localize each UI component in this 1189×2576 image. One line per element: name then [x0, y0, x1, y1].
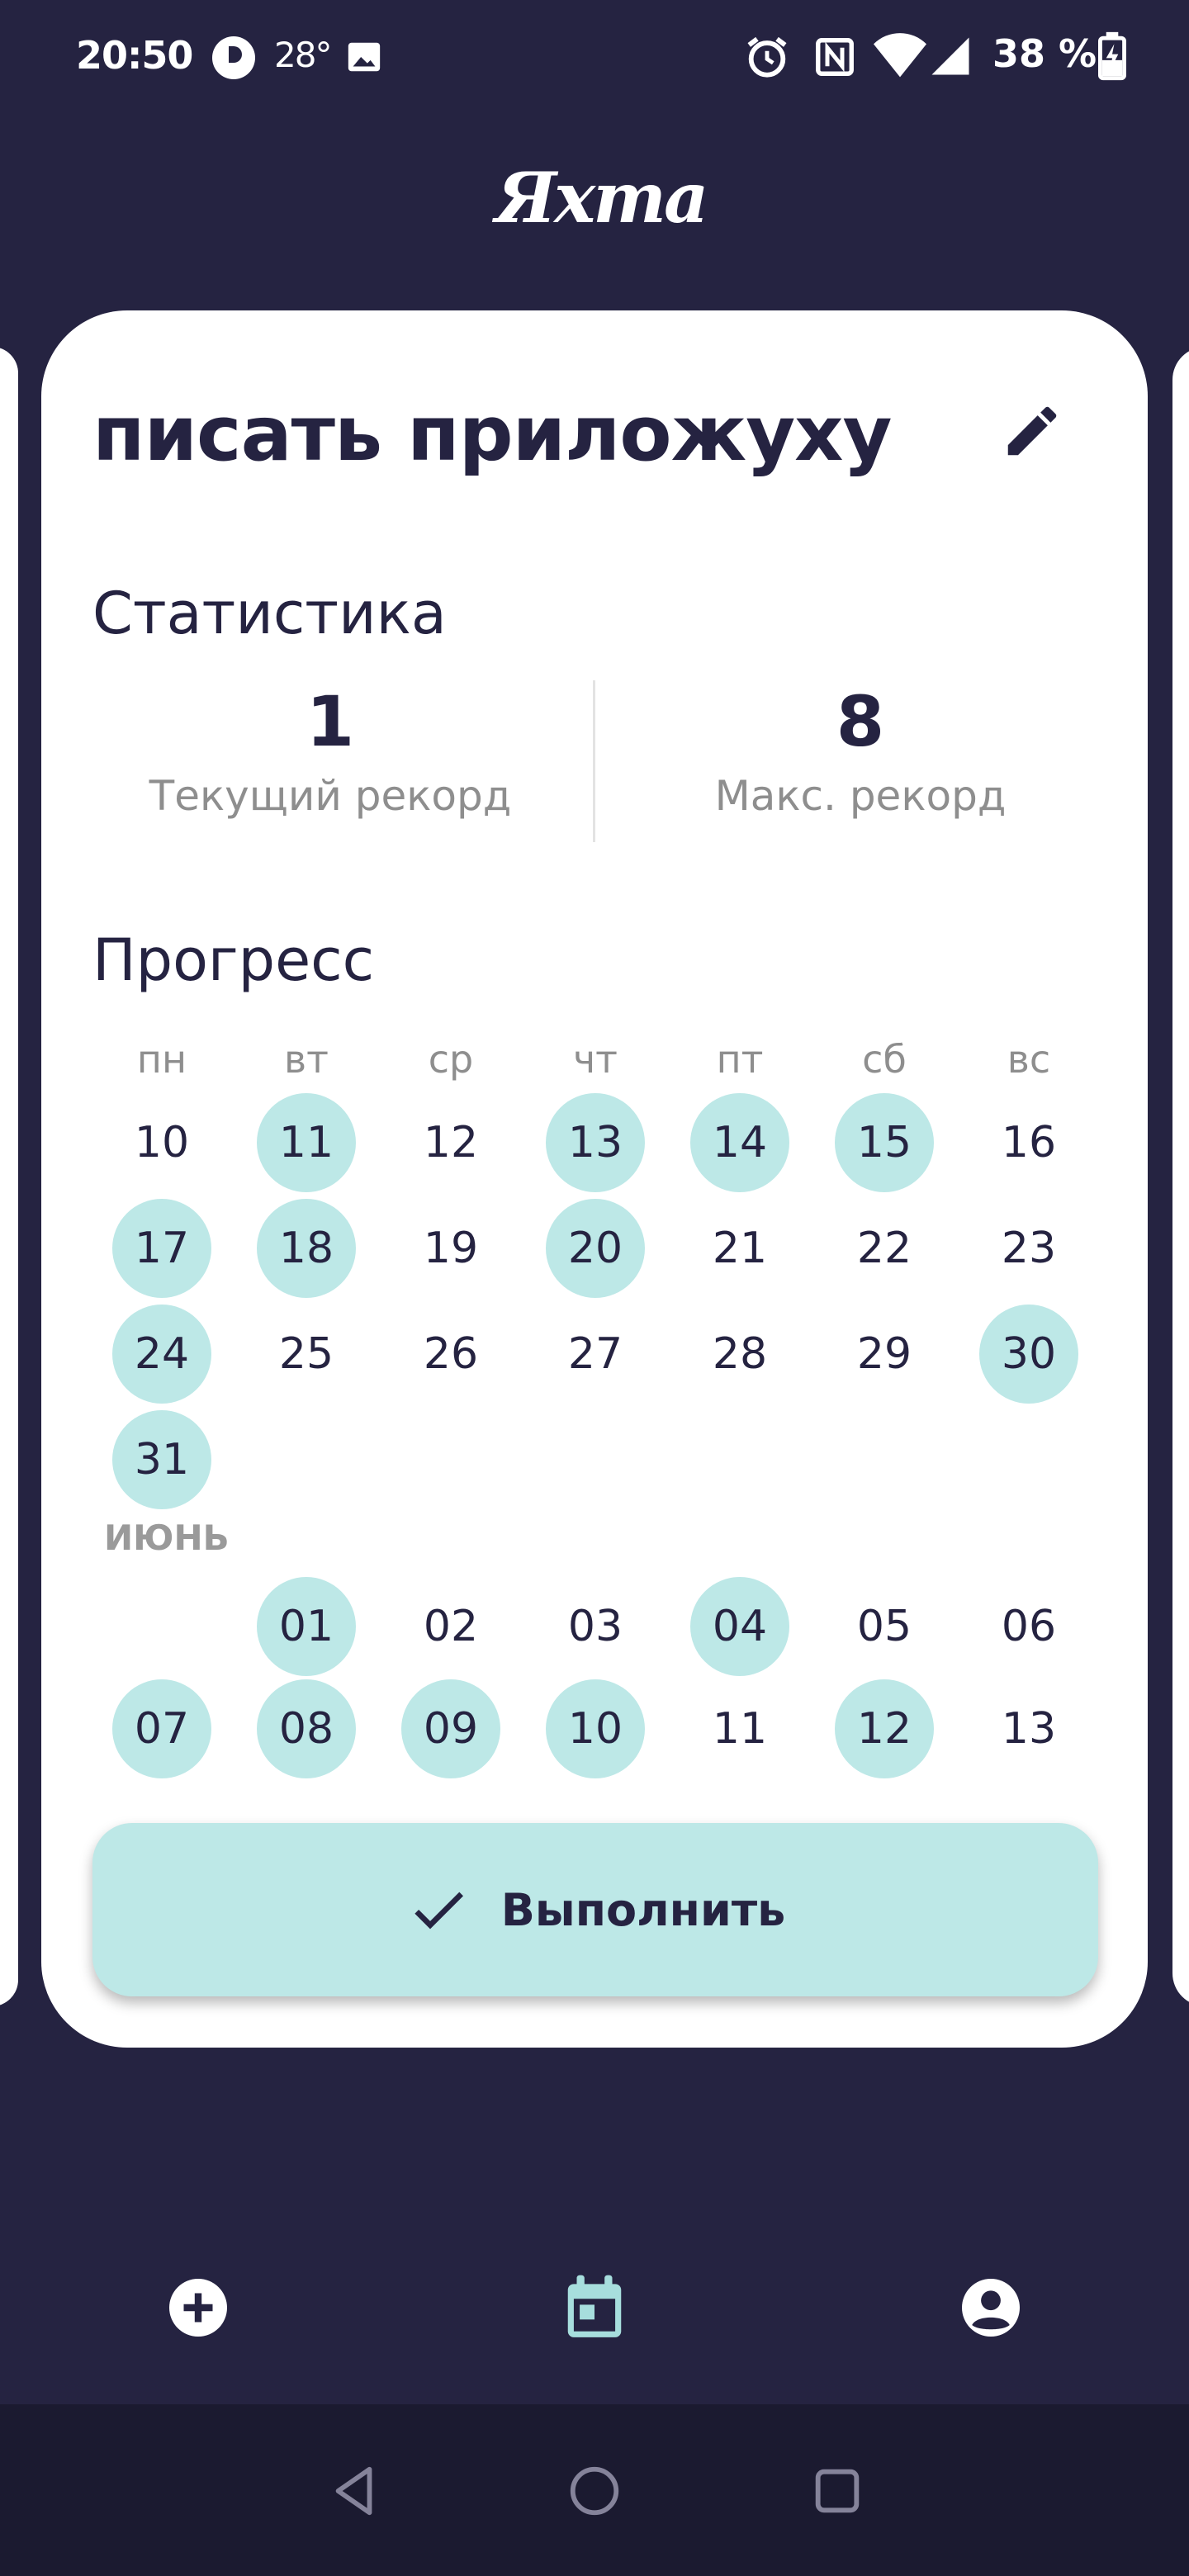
weekday-label: пн: [136, 1037, 187, 1082]
complete-button[interactable]: Выполнить: [92, 1823, 1098, 1996]
calendar-day-completed[interactable]: 24: [112, 1305, 211, 1404]
calendar-day[interactable]: 25: [257, 1305, 356, 1404]
calendar-day[interactable]: 19: [401, 1199, 500, 1298]
weekday-label: вс: [1007, 1037, 1051, 1082]
calendar-day[interactable]: 03: [546, 1577, 645, 1676]
calendar-day[interactable]: 10: [112, 1093, 211, 1192]
battery-charging-icon: [1098, 31, 1126, 84]
pencil-icon: [1007, 406, 1057, 456]
calendar-day-completed[interactable]: 09: [401, 1679, 500, 1778]
nav-add-habit[interactable]: [149, 2254, 248, 2361]
account-circle-icon: [962, 2279, 1020, 2337]
calendar-day-completed[interactable]: 14: [690, 1093, 789, 1192]
current-streak-label: Текущий рекорд: [149, 772, 512, 820]
calendar-day[interactable]: 13: [979, 1679, 1078, 1778]
calendar-day-completed[interactable]: 11: [257, 1093, 356, 1192]
calendar-day[interactable]: 06: [979, 1577, 1078, 1676]
back-icon: [335, 2466, 372, 2516]
max-streak: 8 Макс. рекорд: [629, 680, 1092, 829]
calendar-day-completed[interactable]: 15: [835, 1093, 934, 1192]
month-label: ИЮНЬ: [104, 1518, 230, 1558]
system-back-button[interactable]: [310, 2446, 400, 2536]
previous-habit-card[interactable]: [0, 347, 18, 2006]
status-time: 20:50: [76, 33, 193, 78]
calendar-day-completed[interactable]: 18: [257, 1199, 356, 1298]
calendar-day[interactable]: 22: [835, 1199, 934, 1298]
weekday-label: чт: [573, 1037, 618, 1082]
alarm-icon: [743, 33, 791, 84]
system-navigation-bar: [0, 2404, 1189, 2576]
edit-habit-button[interactable]: [991, 390, 1073, 472]
calendar-day[interactable]: 02: [401, 1577, 500, 1676]
habit-title: писать приложуху: [92, 390, 892, 478]
max-streak-value: 8: [836, 681, 885, 762]
calendar-day-completed[interactable]: 01: [257, 1577, 356, 1676]
checkmark-icon: [414, 1892, 463, 1930]
calendar-day[interactable]: 21: [690, 1199, 789, 1298]
status-temperature: 28°: [274, 35, 332, 75]
calendar-day-completed[interactable]: 07: [112, 1679, 211, 1778]
recents-icon: [815, 2469, 860, 2513]
calendar-day[interactable]: 28: [690, 1305, 789, 1404]
status-bar: 20:50 28° 38 %: [0, 0, 1189, 116]
statistics-heading: Статистика: [92, 580, 447, 647]
calendar-day[interactable]: 16: [979, 1093, 1078, 1192]
stat-divider: [593, 680, 595, 842]
weekday-label: вт: [284, 1037, 329, 1082]
calendar-day[interactable]: 05: [835, 1577, 934, 1676]
weekday-label: ср: [428, 1037, 474, 1082]
complete-button-label: Выполнить: [500, 1883, 786, 1936]
wifi-icon: [874, 33, 926, 83]
calendar-day-completed[interactable]: 13: [546, 1093, 645, 1192]
bottom-navigation: [0, 2254, 1189, 2361]
calendar-icon: [567, 2275, 622, 2337]
app-notification-icon: [211, 35, 257, 84]
home-icon: [570, 2466, 619, 2516]
weekday-label: пт: [716, 1037, 764, 1082]
progress-heading: Прогресс: [92, 926, 375, 994]
image-icon: [345, 38, 383, 79]
nfc-icon: [812, 35, 857, 83]
calendar-day[interactable]: 27: [546, 1305, 645, 1404]
system-home-button[interactable]: [549, 2446, 640, 2536]
calendar-day-completed[interactable]: 12: [835, 1679, 934, 1778]
calendar-day[interactable]: 29: [835, 1305, 934, 1404]
calendar-day[interactable]: 23: [979, 1199, 1078, 1298]
app-logo: Яхта: [495, 157, 708, 239]
calendar-day[interactable]: 12: [401, 1093, 500, 1192]
current-streak: 1 Текущий рекорд: [99, 680, 561, 829]
calendar-day-completed[interactable]: 30: [979, 1305, 1078, 1404]
weekday-label: сб: [862, 1037, 907, 1082]
battery-percentage: 38 %: [992, 31, 1097, 76]
habit-card: писать приложуху Статистика 1 Текущий ре…: [41, 310, 1148, 2048]
next-habit-card[interactable]: [1172, 347, 1189, 2006]
system-recents-button[interactable]: [792, 2446, 883, 2536]
calendar-day-completed[interactable]: 08: [257, 1679, 356, 1778]
current-streak-value: 1: [306, 681, 355, 762]
calendar-day-completed[interactable]: 20: [546, 1199, 645, 1298]
calendar-day[interactable]: 26: [401, 1305, 500, 1404]
calendar-day-completed[interactable]: 31: [112, 1410, 211, 1509]
max-streak-label: Макс. рекорд: [714, 772, 1007, 820]
nav-profile[interactable]: [941, 2254, 1040, 2361]
calendar-day-completed[interactable]: 10: [546, 1679, 645, 1778]
signal-icon: [928, 33, 973, 83]
calendar-day-completed[interactable]: 04: [690, 1577, 789, 1676]
add-circle-icon: [169, 2279, 227, 2337]
statistics-panel: 1 Текущий рекорд 8 Макс. рекорд: [92, 680, 1097, 842]
calendar-day[interactable]: 11: [690, 1679, 789, 1778]
calendar-day-completed[interactable]: 17: [112, 1199, 211, 1298]
nav-calendar[interactable]: [545, 2254, 644, 2361]
